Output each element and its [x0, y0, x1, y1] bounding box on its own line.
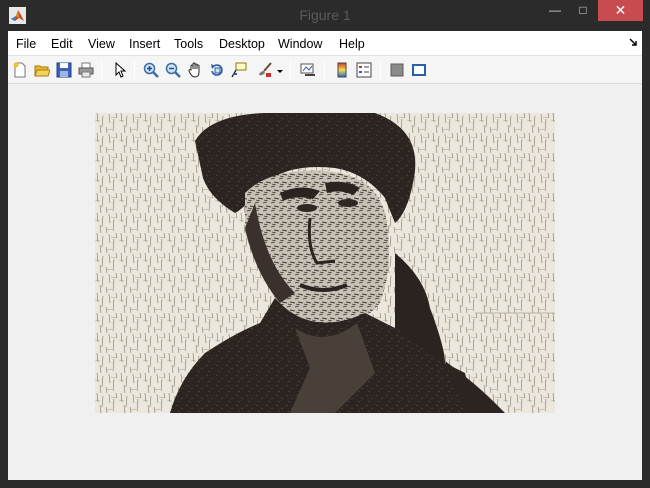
figure-toolbar	[8, 56, 642, 84]
menu-desktop[interactable]: Desktop	[219, 37, 265, 51]
figure-window: Figure 1 — □ ✕ File Edit View Insert Too…	[0, 0, 650, 488]
menu-bar: File Edit View Insert Tools Desktop Wind…	[8, 31, 642, 56]
data-cursor-icon	[231, 62, 247, 78]
close-button[interactable]: ✕	[598, 0, 643, 21]
rotate-3d-button[interactable]	[207, 60, 227, 80]
eye-shape	[297, 204, 317, 212]
menu-window[interactable]: Window	[278, 37, 322, 51]
maximize-button[interactable]: □	[569, 0, 597, 21]
menu-insert[interactable]: Insert	[129, 37, 160, 51]
toolbar-separator	[324, 61, 325, 79]
menu-view[interactable]: View	[88, 37, 115, 51]
brush-icon	[259, 62, 272, 77]
print-figure-button[interactable]	[76, 60, 96, 80]
pan-button[interactable]	[185, 60, 205, 80]
show-plot-tools-icon	[412, 64, 426, 76]
menu-file[interactable]: File	[16, 37, 36, 51]
edit-plot-button[interactable]	[110, 60, 130, 80]
open-file-icon	[34, 65, 50, 77]
open-file-button[interactable]	[32, 60, 52, 80]
insert-legend-icon	[356, 62, 372, 78]
insert-colorbar-button[interactable]	[332, 60, 352, 80]
eye-shape	[338, 199, 358, 207]
new-figure-icon	[13, 62, 26, 78]
zoom-out-icon	[165, 62, 181, 78]
figure-canvas[interactable]	[8, 84, 642, 480]
edit-plot-arrow-icon	[115, 62, 127, 78]
toolbar-separator	[134, 61, 135, 79]
zoom-out-button[interactable]	[163, 60, 183, 80]
menu-edit[interactable]: Edit	[51, 37, 73, 51]
rotate-3d-icon	[211, 64, 223, 76]
zoom-in-button[interactable]	[141, 60, 161, 80]
hide-plot-tools-button[interactable]	[387, 60, 407, 80]
link-plot-icon	[300, 63, 315, 76]
title-bar[interactable]: Figure 1 — □ ✕	[0, 0, 650, 31]
zoom-in-icon	[143, 62, 159, 78]
brush-dropdown[interactable]	[274, 60, 284, 80]
data-cursor-button[interactable]	[229, 60, 249, 80]
insert-colorbar-icon	[337, 62, 347, 78]
print-figure-icon	[78, 62, 94, 78]
toolbar-separator	[290, 61, 291, 79]
portrait-image[interactable]	[95, 113, 555, 413]
undock-arrow-icon[interactable]	[629, 38, 637, 46]
new-figure-button[interactable]	[10, 60, 30, 80]
pan-hand-icon	[188, 62, 200, 78]
minimize-button[interactable]: —	[541, 0, 569, 21]
insert-legend-button[interactable]	[354, 60, 374, 80]
toolbar-separator	[380, 61, 381, 79]
hide-plot-tools-icon	[390, 63, 404, 77]
save-figure-button[interactable]	[54, 60, 74, 80]
brush-button[interactable]	[254, 60, 274, 80]
menu-tools[interactable]: Tools	[174, 37, 203, 51]
menu-help[interactable]: Help	[339, 37, 365, 51]
link-plot-button[interactable]	[298, 60, 318, 80]
save-figure-icon	[56, 62, 72, 78]
show-plot-tools-button[interactable]	[409, 60, 429, 80]
dropdown-arrow-icon	[277, 70, 283, 73]
toolbar-separator	[101, 61, 102, 79]
